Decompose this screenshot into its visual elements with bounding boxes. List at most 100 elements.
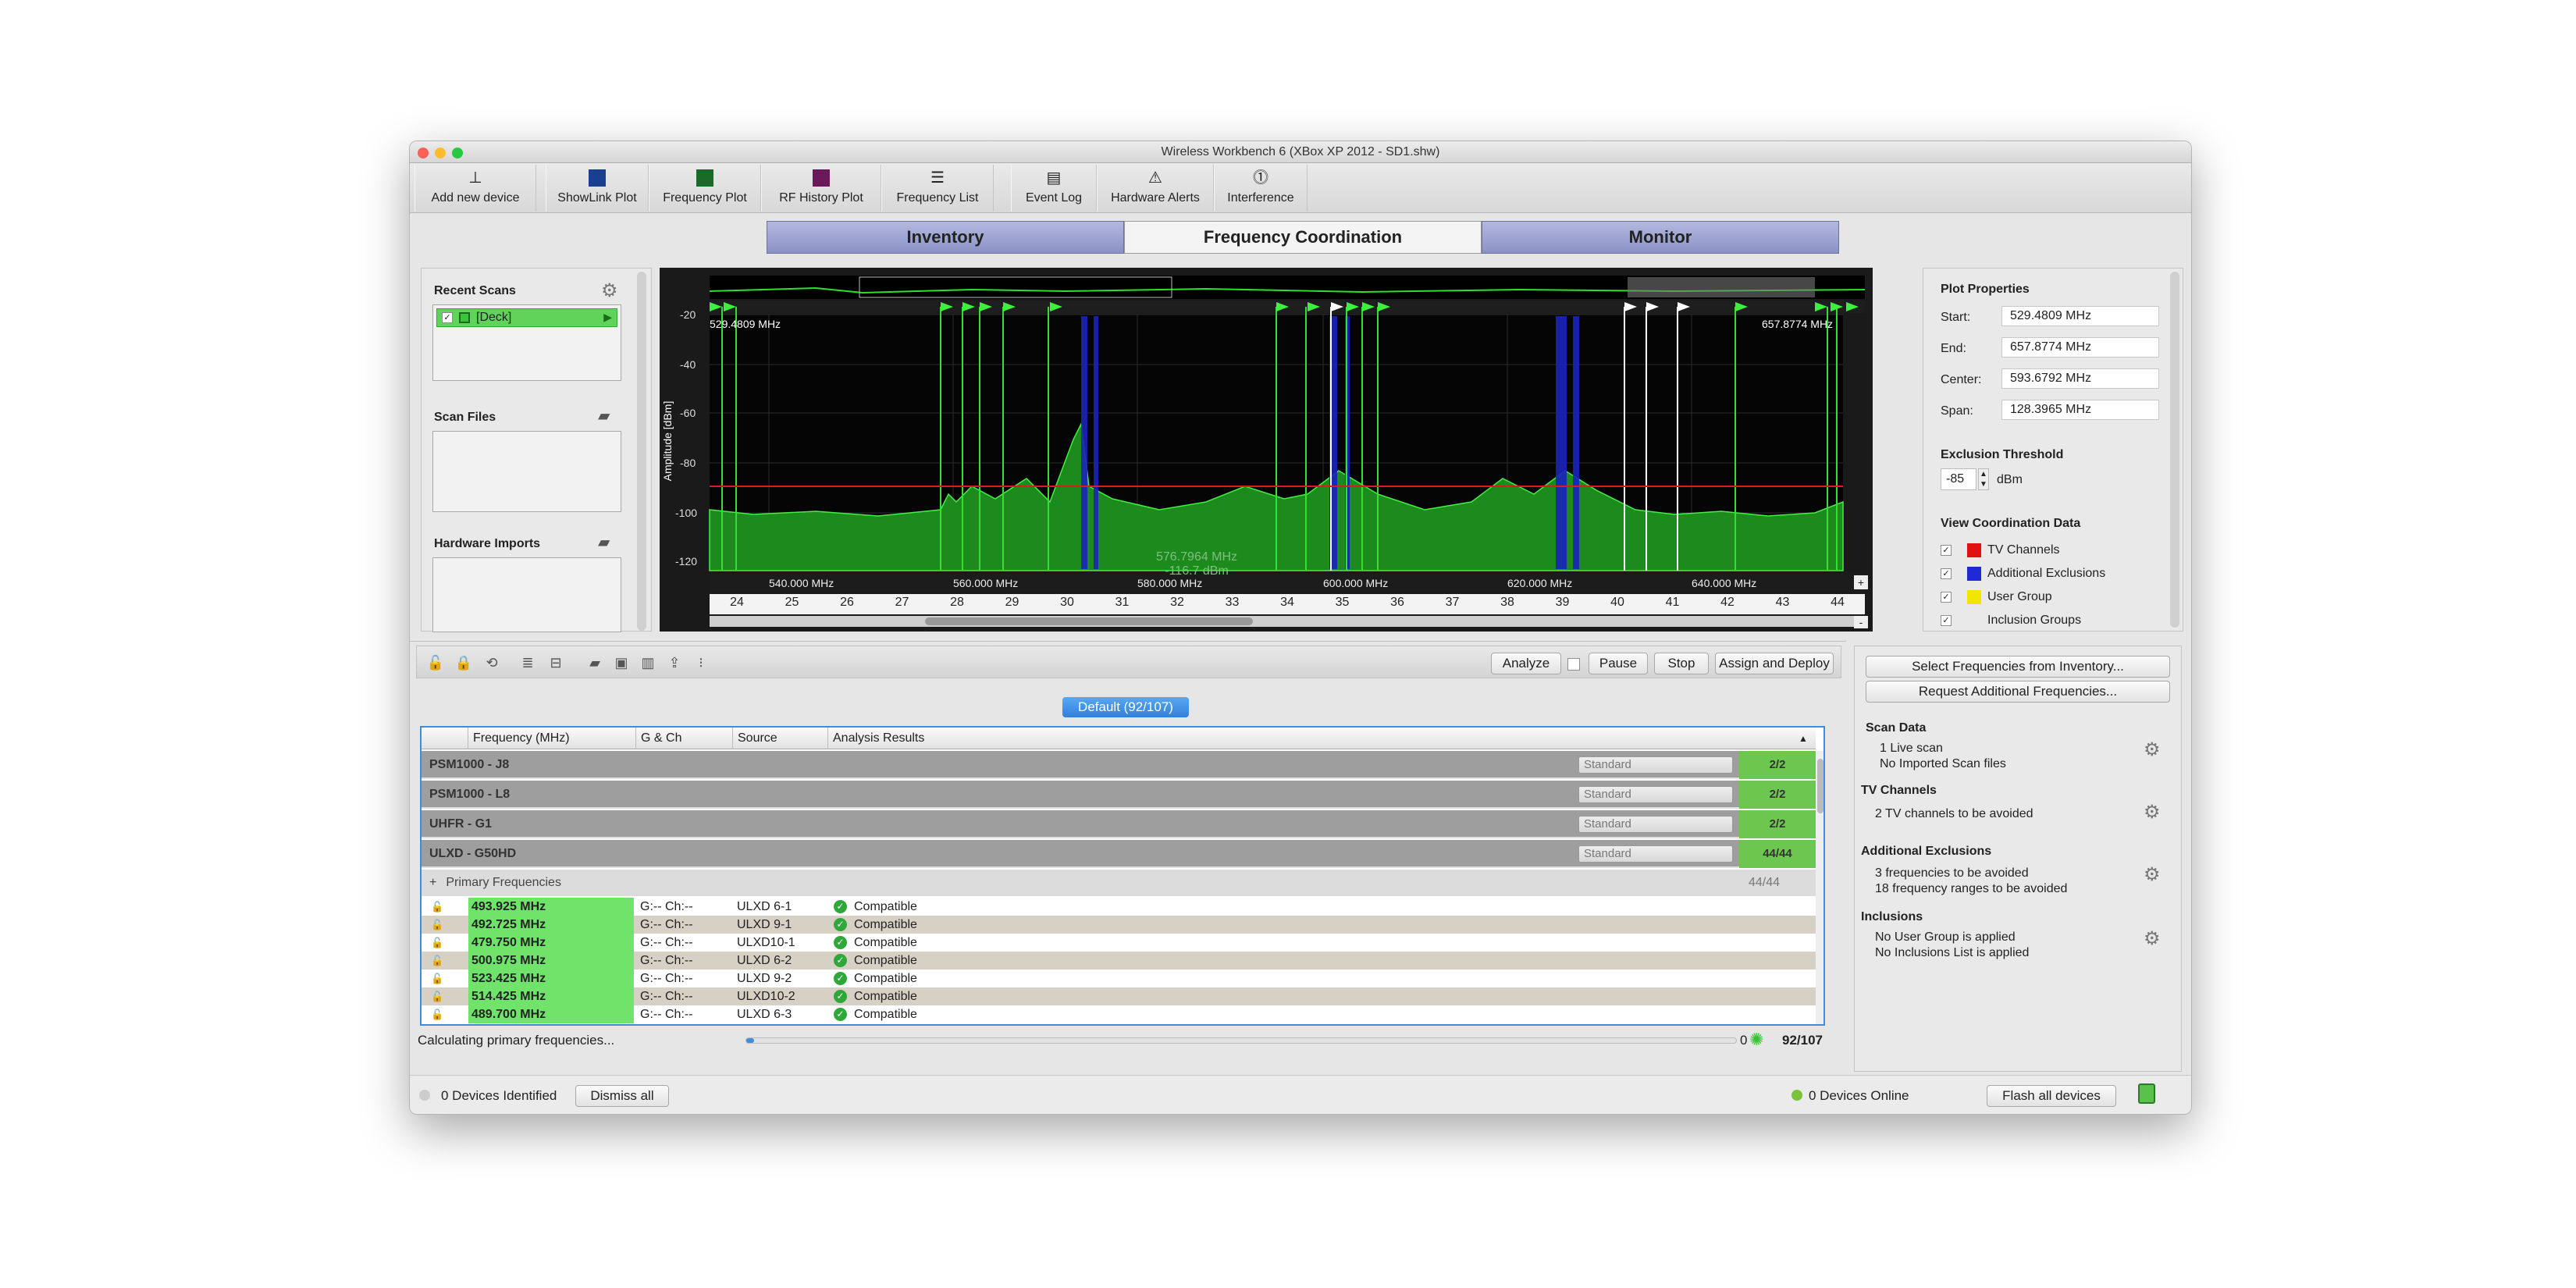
trash-icon[interactable]: ▥ — [636, 651, 660, 674]
table-row[interactable]: 🔓 493.925 MHz G:-- Ch:-- ULXD 6-1 ✓ Compatibl… — [422, 898, 1816, 916]
lock-icon[interactable]: 🔓 — [431, 934, 443, 952]
flash-all-devices-button[interactable]: Flash all devices — [1987, 1085, 2116, 1107]
table-row[interactable]: 🔓 479.750 MHz G:-- Ch:-- ULXD10-1 ✓ Compatibl… — [422, 934, 1816, 952]
tab-frequency-coordination[interactable]: Frequency Coordination — [1124, 221, 1482, 254]
unlock-icon[interactable]: 🔓 — [424, 651, 447, 674]
dismiss-all-button[interactable]: Dismiss all — [575, 1085, 669, 1107]
gear-icon[interactable]: ⚙ — [2144, 738, 2161, 761]
mode-select[interactable]: Standard — [1578, 756, 1733, 774]
channel-label[interactable]: 36 — [1370, 596, 1425, 610]
select-from-inventory-button[interactable]: Select Frequencies from Inventory... — [1866, 656, 2170, 678]
table-row[interactable]: 🔓 489.700 MHz G:-- Ch:-- ULXD 6-3 ✓ Compatibl… — [422, 1005, 1816, 1023]
request-additional-button[interactable]: Request Additional Frequencies... — [1866, 681, 2170, 703]
tv-channels-checkbox[interactable]: ✓ — [1941, 545, 1952, 556]
channel-label[interactable]: 29 — [985, 596, 1040, 610]
frequency-cell[interactable]: 489.700 MHz — [468, 1005, 634, 1023]
sort-asc-icon[interactable]: ▲ — [1799, 728, 1808, 749]
interference-button[interactable]: ⓵ Interference — [1214, 165, 1308, 212]
col-source[interactable]: Source — [732, 728, 777, 749]
channel-label[interactable]: 31 — [1095, 596, 1150, 610]
gear-icon[interactable]: ⚙ — [601, 279, 618, 302]
primary-frequencies-row[interactable]: + Primary Frequencies 44/44 — [422, 870, 1816, 896]
channel-label[interactable]: 24 — [710, 596, 764, 610]
play-icon[interactable]: ▶ — [603, 311, 612, 324]
gear-icon[interactable]: ⚙ — [2144, 927, 2161, 950]
zoom-out-button[interactable]: - — [1854, 616, 1868, 628]
lock-icon[interactable]: 🔓 — [431, 970, 443, 987]
folder-icon[interactable]: ▰ — [598, 532, 610, 552]
folder-icon[interactable]: ▰ — [598, 406, 610, 425]
gear-icon[interactable]: ⚙ — [2144, 801, 2161, 824]
channel-label[interactable]: 38 — [1480, 596, 1535, 610]
inclusion-groups-checkbox[interactable]: ✓ — [1941, 615, 1952, 626]
analyze-button[interactable]: Analyze — [1491, 653, 1561, 674]
channel-label[interactable]: 37 — [1425, 596, 1480, 610]
frequency-plot[interactable]: 529.4809 MHz 657.8774 MHz Amplitude [dBm… — [660, 268, 1873, 632]
collapse-icon[interactable]: ⊟ — [544, 651, 568, 674]
center-field[interactable]: 593.6792 MHz — [2001, 368, 2159, 389]
export-icon[interactable]: ⇪ — [663, 651, 686, 674]
plot-scrollbar-thumb[interactable] — [925, 617, 1253, 625]
span-field[interactable]: 128.3965 MHz — [2001, 400, 2159, 420]
add-device-button[interactable]: ⊥ Add new device — [415, 165, 536, 212]
user-group-checkbox[interactable]: ✓ — [1941, 592, 1952, 603]
table-row[interactable]: 🔓 514.425 MHz G:-- Ch:-- ULXD10-2 ✓ Compatibl… — [422, 987, 1816, 1005]
col-analysis[interactable]: Analysis Results — [827, 728, 924, 749]
lock-icon[interactable]: 🔓 — [431, 987, 443, 1005]
table-row[interactable]: 🔓 500.975 MHz G:-- Ch:-- ULXD 6-2 ✓ Compatibl… — [422, 952, 1816, 970]
group-row[interactable]: PSM1000 - J8 Standard 2/2 — [422, 751, 1816, 779]
channel-label[interactable]: 33 — [1205, 596, 1260, 610]
gear-icon[interactable]: ⚙ — [2144, 863, 2161, 886]
settings-list-icon[interactable]: ⁝ — [689, 651, 713, 674]
lock-icon[interactable]: 🔓 — [431, 1005, 443, 1023]
close-button[interactable] — [418, 148, 429, 158]
pause-button[interactable]: Pause — [1589, 653, 1648, 674]
frequency-cell[interactable]: 514.425 MHz — [468, 987, 634, 1005]
hardware-alerts-button[interactable]: ⚠ Hardware Alerts — [1097, 165, 1214, 212]
group-row[interactable]: UHFR - G1 Standard 2/2 — [422, 810, 1816, 838]
lock-icon[interactable]: 🔒 — [452, 651, 475, 674]
channel-label[interactable]: 34 — [1260, 596, 1315, 610]
sidebar-scrollbar[interactable] — [637, 272, 646, 631]
channel-label[interactable]: 27 — [875, 596, 930, 610]
unlocked-icon[interactable] — [2138, 1083, 2155, 1104]
channel-label[interactable]: 40 — [1590, 596, 1645, 610]
checkbox-icon[interactable]: ✓ — [442, 312, 453, 323]
col-frequency[interactable]: Frequency (MHz) — [473, 728, 570, 749]
lock-icon[interactable]: 🔓 — [431, 898, 443, 916]
mode-select[interactable]: Standard — [1578, 786, 1733, 803]
table-row[interactable]: 🔓 523.425 MHz G:-- Ch:-- ULXD 9-2 ✓ Compatibl… — [422, 970, 1816, 987]
group-row[interactable]: PSM1000 - L8 Standard 2/2 — [422, 781, 1816, 809]
frequency-cell[interactable]: 493.925 MHz — [468, 898, 634, 916]
event-log-button[interactable]: ▤ Event Log — [1011, 165, 1097, 212]
scan-item-deck[interactable]: ✓ [Deck] ▶ — [436, 308, 617, 327]
lock-refresh-icon[interactable]: ⟲ — [480, 651, 503, 674]
lock-icon[interactable]: 🔓 — [431, 952, 443, 970]
frequency-cell[interactable]: 492.725 MHz — [468, 916, 634, 934]
channel-label[interactable]: 41 — [1646, 596, 1700, 610]
channel-label[interactable]: 25 — [765, 596, 820, 610]
exclusions-checkbox[interactable]: ✓ — [1941, 568, 1952, 579]
channel-label[interactable]: 28 — [930, 596, 984, 610]
mode-select[interactable]: Standard — [1578, 816, 1733, 833]
lock-icon[interactable]: 🔓 — [431, 916, 443, 934]
analyze-checkbox[interactable] — [1567, 658, 1580, 671]
end-field[interactable]: 657.8774 MHz — [2001, 337, 2159, 358]
frequency-cell[interactable]: 523.425 MHz — [468, 970, 634, 987]
group-row[interactable]: ULXD - G50HD Standard 44/44 — [422, 840, 1816, 868]
channel-label[interactable]: 26 — [820, 596, 874, 610]
channel-label[interactable]: 43 — [1756, 596, 1810, 610]
zoom-in-button[interactable]: + — [1854, 575, 1868, 589]
channel-label[interactable]: 39 — [1535, 596, 1590, 610]
table-scrollbar[interactable] — [1816, 751, 1823, 1024]
frequency-list-button[interactable]: ☰ Frequency List — [881, 165, 994, 212]
open-icon[interactable]: ▰ — [583, 651, 607, 674]
default-group-tab[interactable]: Default (92/107) — [1062, 697, 1189, 717]
tab-monitor[interactable]: Monitor — [1482, 221, 1839, 254]
table-row[interactable]: 🔓 492.725 MHz G:-- Ch:-- ULXD 9-1 ✓ Compatibl… — [422, 916, 1816, 934]
minimize-button[interactable] — [435, 148, 446, 158]
start-field[interactable]: 529.4809 MHz — [2001, 306, 2159, 326]
channel-label[interactable]: 32 — [1150, 596, 1204, 610]
save-icon[interactable]: ▣ — [610, 651, 633, 674]
channel-label[interactable]: 44 — [1810, 596, 1865, 610]
